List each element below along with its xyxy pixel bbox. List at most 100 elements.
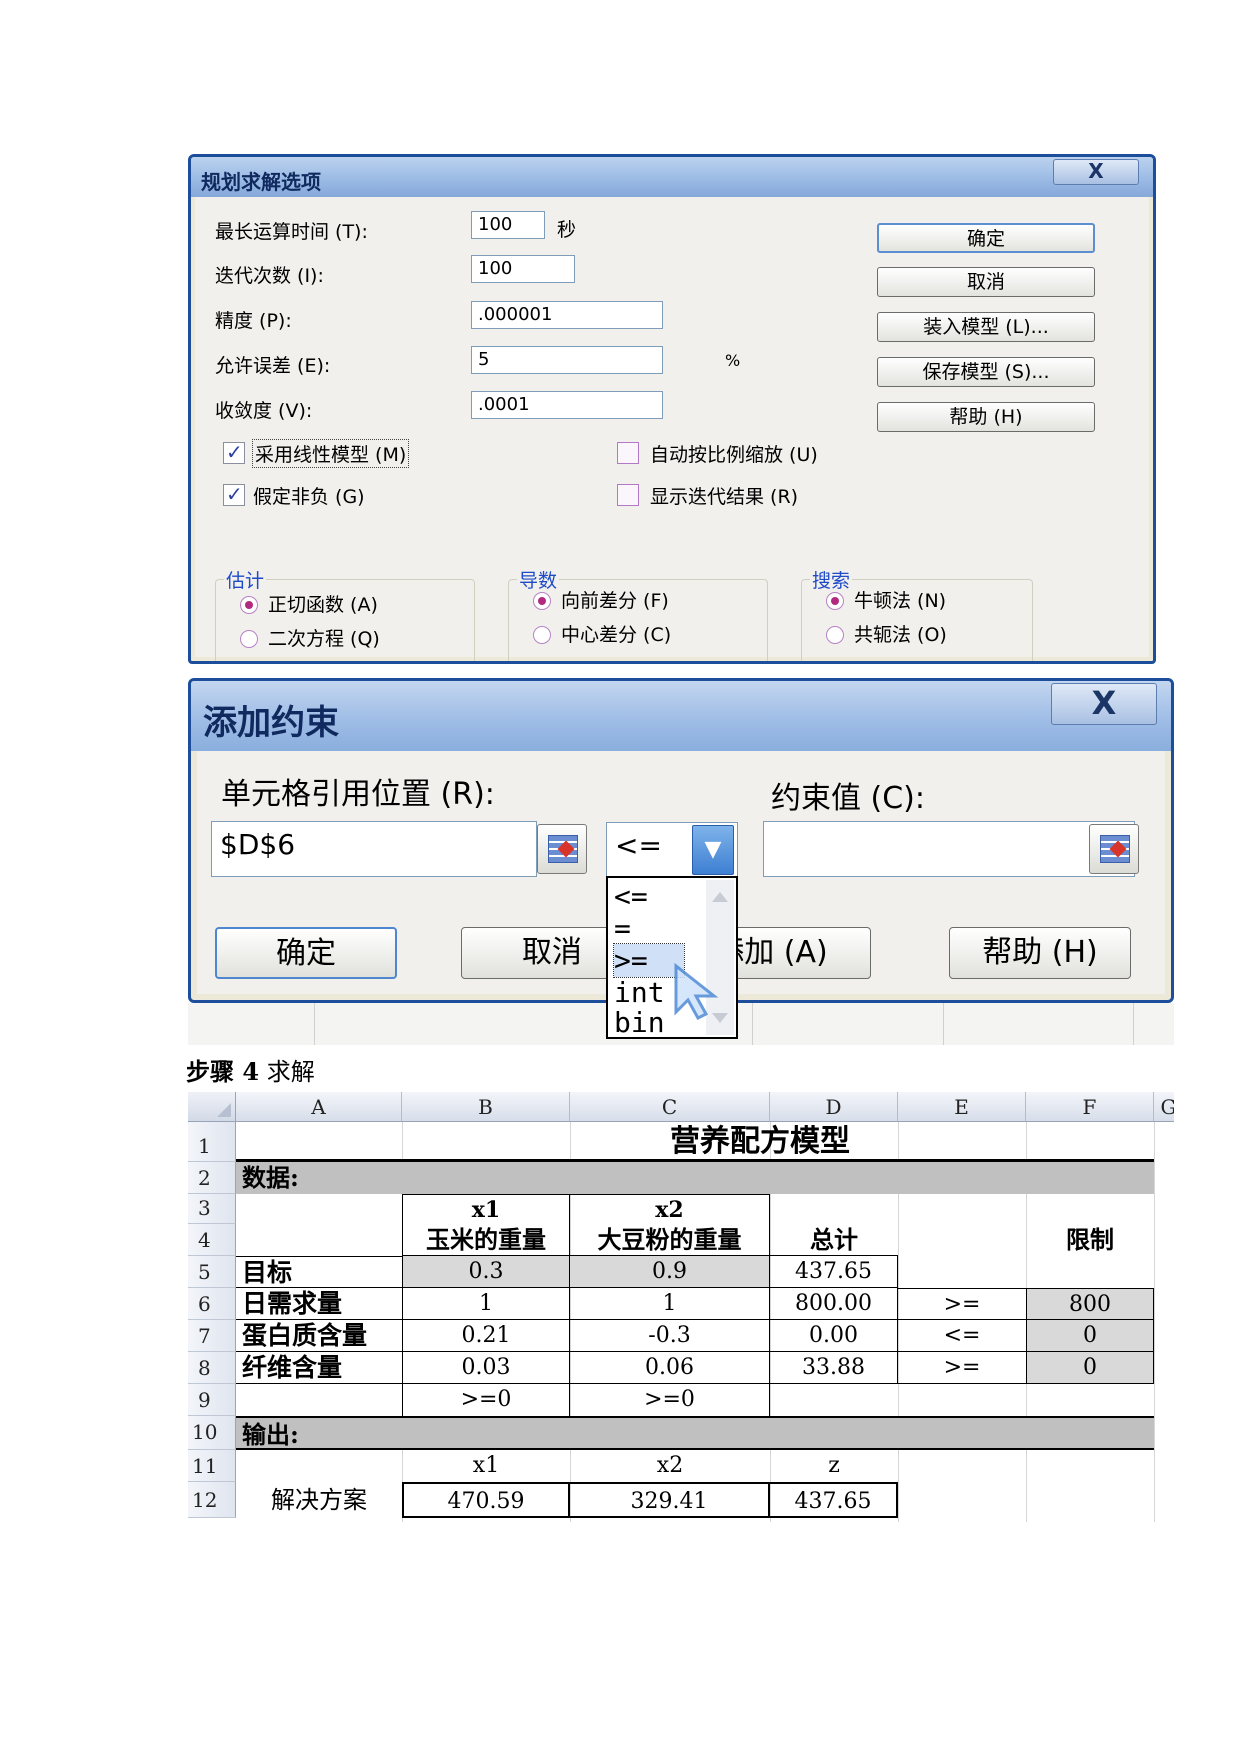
cell-f7[interactable]: 0 — [1026, 1320, 1154, 1352]
precision-input[interactable]: .000001 — [471, 301, 663, 329]
cell-e7[interactable]: <= — [898, 1320, 1026, 1352]
cell-b6[interactable]: 1 — [402, 1288, 570, 1320]
cell-a8[interactable]: 纤维含量 — [236, 1352, 402, 1384]
cell-c8[interactable]: 0.06 — [570, 1352, 770, 1384]
tolerance-input[interactable]: 5 — [471, 346, 663, 374]
row-header[interactable]: 1 — [188, 1122, 236, 1162]
row-header[interactable]: 10 — [188, 1416, 236, 1450]
cell-c12[interactable]: 329.41 — [570, 1482, 770, 1518]
cell-d11[interactable]: z — [770, 1450, 898, 1482]
operator-option[interactable]: int — [614, 976, 665, 1009]
derivatives-group: 导数 向前差分 (F) 中心差分 (C) — [508, 566, 768, 661]
cell-a6[interactable]: 日需求量 — [236, 1288, 402, 1320]
operator-option[interactable]: = — [614, 912, 631, 945]
row-header[interactable]: 11 — [188, 1450, 236, 1482]
cell-a12[interactable]: 解决方案 — [236, 1482, 402, 1518]
help-button[interactable]: 帮助 (H) — [949, 927, 1131, 979]
cell-d4[interactable]: 总计 — [770, 1224, 898, 1256]
operator-option[interactable]: bin — [614, 1006, 665, 1039]
cell-b3[interactable]: x1 — [402, 1194, 570, 1224]
cell-d8[interactable]: 33.88 — [770, 1352, 898, 1384]
cell-a7[interactable]: 蛋白质含量 — [236, 1320, 402, 1352]
cell-e8[interactable]: >= — [898, 1352, 1026, 1384]
cell-b11[interactable]: x1 — [402, 1450, 570, 1482]
cell-d12[interactable]: 437.65 — [770, 1482, 898, 1518]
row-header[interactable]: 2 — [188, 1162, 236, 1194]
auto-scale-label: 自动按比例缩放 (U) — [650, 444, 818, 466]
load-model-button[interactable]: 装入模型 (L)... — [877, 312, 1095, 342]
select-all-corner[interactable] — [188, 1092, 236, 1122]
column-header-d[interactable]: D — [770, 1092, 898, 1122]
row-header[interactable]: 7 — [188, 1320, 236, 1352]
non-negative-checkbox[interactable] — [223, 482, 245, 506]
central-radio[interactable] — [533, 626, 551, 644]
close-button[interactable]: X — [1053, 159, 1139, 185]
newton-radio[interactable] — [826, 592, 844, 610]
tangent-radio[interactable] — [240, 596, 258, 614]
cell-b4[interactable]: 玉米的重量 — [402, 1224, 570, 1256]
save-model-button[interactable]: 保存模型 (S)... — [877, 357, 1095, 387]
scroll-up-icon[interactable] — [712, 892, 728, 902]
cell-c4[interactable]: 大豆粉的重量 — [570, 1224, 770, 1256]
row-header[interactable]: 12 — [188, 1482, 236, 1518]
cell-f6[interactable]: 800 — [1026, 1288, 1154, 1320]
output-section-label[interactable]: 输出: — [236, 1416, 1154, 1450]
max-time-input[interactable]: 100 — [471, 211, 545, 239]
close-button[interactable]: X — [1051, 683, 1157, 725]
column-header-e[interactable]: E — [898, 1092, 1026, 1122]
help-button[interactable]: 帮助 (H) — [877, 402, 1095, 432]
column-header-a[interactable]: A — [236, 1092, 402, 1122]
row-header[interactable]: 9 — [188, 1384, 236, 1416]
chevron-down-icon[interactable]: ▼ — [692, 825, 734, 875]
title-bar[interactable]: 规划求解选项 X — [191, 157, 1153, 197]
cell-c3[interactable]: x2 — [570, 1194, 770, 1224]
cell-c11[interactable]: x2 — [570, 1450, 770, 1482]
cell-ref-input[interactable]: $D$6 — [211, 821, 537, 877]
forward-radio[interactable] — [533, 592, 551, 610]
row-header[interactable]: 6 — [188, 1288, 236, 1320]
cell-c5[interactable]: 0.9 — [570, 1256, 770, 1288]
column-header-g[interactable]: G — [1154, 1092, 1174, 1122]
column-header-c[interactable]: C — [570, 1092, 770, 1122]
linear-model-checkbox[interactable] — [223, 440, 245, 464]
cell-d5[interactable]: 437.65 — [770, 1256, 898, 1288]
data-section-label[interactable]: 数据: — [236, 1162, 1154, 1194]
cell-c6[interactable]: 1 — [570, 1288, 770, 1320]
cell-f8[interactable]: 0 — [1026, 1352, 1154, 1384]
column-header-f[interactable]: F — [1026, 1092, 1154, 1122]
cell-b12[interactable]: 470.59 — [402, 1482, 570, 1518]
cell-a5[interactable]: 目标 — [236, 1256, 402, 1288]
sheet-title[interactable]: 营养配方模型 — [236, 1122, 1154, 1162]
ok-button[interactable]: 确定 — [877, 223, 1095, 253]
row-header[interactable]: 5 — [188, 1256, 236, 1288]
grid-divider — [1133, 1003, 1134, 1045]
ok-button[interactable]: 确定 — [215, 927, 397, 979]
cell-ref-picker-icon[interactable] — [537, 824, 587, 874]
cell-b7[interactable]: 0.21 — [402, 1320, 570, 1352]
auto-scale-checkbox[interactable] — [617, 442, 639, 464]
constraint-value-input[interactable] — [763, 821, 1135, 877]
row-header[interactable]: 3 — [188, 1194, 236, 1224]
cell-c7[interactable]: -0.3 — [570, 1320, 770, 1352]
cell-f4[interactable]: 限制 — [1026, 1224, 1154, 1256]
row-header[interactable]: 4 — [188, 1224, 236, 1256]
cell-c9[interactable]: >=0 — [570, 1384, 770, 1416]
operator-option[interactable]: <= — [614, 880, 648, 913]
cell-d7[interactable]: 0.00 — [770, 1320, 898, 1352]
cancel-button[interactable]: 取消 — [877, 267, 1095, 297]
convergence-input[interactable]: .0001 — [471, 391, 663, 419]
row-header[interactable]: 8 — [188, 1352, 236, 1384]
title-bar[interactable]: 添加约束 X — [191, 681, 1171, 751]
quadratic-radio[interactable] — [240, 630, 258, 648]
show-iterations-checkbox[interactable] — [617, 484, 639, 506]
iterations-input[interactable]: 100 — [471, 255, 575, 283]
conjugate-radio[interactable] — [826, 626, 844, 644]
column-header-b[interactable]: B — [402, 1092, 570, 1122]
cell-d6[interactable]: 800.00 — [770, 1288, 898, 1320]
cell-b8[interactable]: 0.03 — [402, 1352, 570, 1384]
constraint-picker-icon[interactable] — [1089, 824, 1139, 874]
cell-b5[interactable]: 0.3 — [402, 1256, 570, 1288]
cell-e6[interactable]: >= — [898, 1288, 1026, 1320]
max-time-label: 最长运算时间 (T): — [215, 221, 368, 243]
cell-b9[interactable]: >=0 — [402, 1384, 570, 1416]
